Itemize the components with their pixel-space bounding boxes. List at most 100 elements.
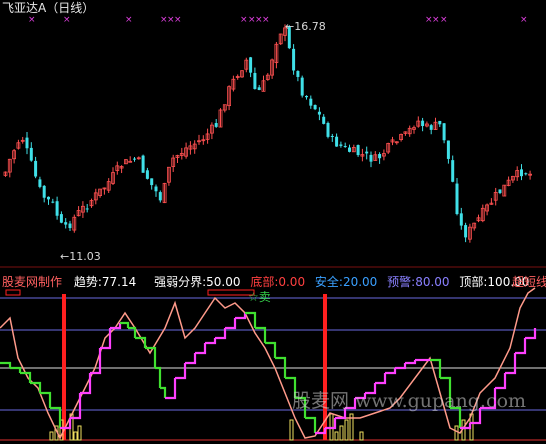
safe-label: 安全: <box>314 275 343 289</box>
candle-body <box>421 120 425 127</box>
candle-body <box>313 104 317 110</box>
safe-value: 20.00 <box>342 275 378 289</box>
strength-step-line <box>10 366 22 373</box>
candle-body <box>429 125 433 130</box>
candle-body <box>145 170 149 179</box>
candle-body <box>378 154 382 159</box>
candle-body <box>356 145 360 156</box>
candle-body <box>64 222 68 225</box>
volume-bar <box>339 425 344 441</box>
candle-body <box>369 154 373 162</box>
strength-step-line <box>120 321 130 328</box>
candle-body <box>51 201 55 203</box>
strength-step-line <box>305 416 317 433</box>
warn-label: 预警: <box>387 275 416 289</box>
candle-body <box>29 147 33 161</box>
candle-body <box>59 214 63 223</box>
candles <box>3 24 532 243</box>
warn-value: 80.00 <box>415 275 450 289</box>
candle-body <box>68 223 72 229</box>
candle-body <box>438 120 442 125</box>
low-price-value: 11.03 <box>69 250 101 263</box>
x-marker: × <box>520 15 528 25</box>
candle-body <box>300 77 304 96</box>
candle-body <box>253 72 257 89</box>
candle-body <box>365 151 369 154</box>
chart-title: 飞亚达A（日线） <box>2 1 95 15</box>
strength-step-line <box>375 373 387 385</box>
strength-step-line <box>0 361 12 368</box>
strength-step-line <box>145 346 157 368</box>
strength-step-line <box>185 353 197 365</box>
volume-bar <box>77 425 82 441</box>
candle-body <box>133 158 136 160</box>
price-chart[interactable]: × × × × × × × × × × × × × × <box>0 0 546 268</box>
strength-step-line <box>160 386 167 398</box>
volume-bar <box>49 431 54 441</box>
candle-body <box>309 98 313 106</box>
high-price-value: 16.78 <box>294 20 326 33</box>
x-marker: × <box>262 15 270 25</box>
candle-body <box>150 178 154 186</box>
strength-step-line <box>205 338 217 345</box>
candle-body <box>214 123 218 127</box>
candle-body <box>141 155 145 173</box>
candle-body <box>339 144 343 146</box>
strength-step-line <box>50 406 62 428</box>
candle-body <box>25 137 29 149</box>
candle-body <box>47 196 50 200</box>
strength-step-line <box>225 318 237 330</box>
top-label: 顶部: <box>459 275 488 289</box>
volume-bar <box>289 419 294 441</box>
candle-body <box>55 201 59 216</box>
bottom-label: 底部: <box>250 275 279 289</box>
high-price-label: ←16.78 <box>285 20 326 34</box>
candle-body <box>322 116 326 124</box>
strength-step-line <box>80 373 92 395</box>
low-price-label: ←11.03 <box>60 250 101 264</box>
candle-body <box>442 123 446 141</box>
candle-body <box>348 147 351 152</box>
volume-bar <box>73 431 78 441</box>
x-marker: × <box>63 15 71 25</box>
candle-body <box>42 185 46 198</box>
bottom-signal-bar <box>62 294 66 440</box>
arrow-left-icon: ← <box>60 250 70 263</box>
candle-body <box>464 225 468 238</box>
chart-window: × × × × × × × × × × × × × × 飞亚达A（日线） ←16.78 ←11.03 股麦… <box>0 0 546 444</box>
candle-body <box>455 183 459 215</box>
candle-body <box>335 136 339 147</box>
candle-body <box>326 122 330 137</box>
top-signal-marker <box>5 289 21 296</box>
indicator-chart[interactable] <box>0 268 546 444</box>
candle-body <box>296 71 300 77</box>
x-marker: × <box>28 15 36 25</box>
watermark: 股麦网 www.gupang.com <box>292 390 527 412</box>
bottom-value: 0.00 <box>278 275 306 289</box>
x-marker: × <box>432 15 440 25</box>
arrow-left-icon: ← <box>285 20 295 33</box>
candle-body <box>343 146 347 148</box>
volume-bar <box>359 431 364 441</box>
candle-body <box>446 140 450 159</box>
strength-step-line <box>405 360 417 365</box>
strength-step-line <box>165 378 177 400</box>
candle-body <box>154 186 158 192</box>
trend-label: 趋势: <box>73 275 102 289</box>
x-marker: × <box>174 15 182 25</box>
strength-step-line <box>385 368 397 375</box>
divide-label: 强弱分界: <box>154 275 207 289</box>
candle-body <box>498 189 502 194</box>
candle-body <box>305 95 308 98</box>
candle-body <box>34 160 38 177</box>
candle-body <box>524 173 528 175</box>
strength-step-line <box>235 313 247 320</box>
volume-bar <box>334 431 339 441</box>
volume-bar <box>454 425 459 441</box>
strength-step-line <box>175 363 187 380</box>
candle-body <box>317 111 321 115</box>
x-marker: × <box>125 15 133 25</box>
strength-step-line <box>195 343 207 355</box>
indicator-name: 股麦网制作 <box>2 275 63 289</box>
candle-body <box>158 192 162 201</box>
